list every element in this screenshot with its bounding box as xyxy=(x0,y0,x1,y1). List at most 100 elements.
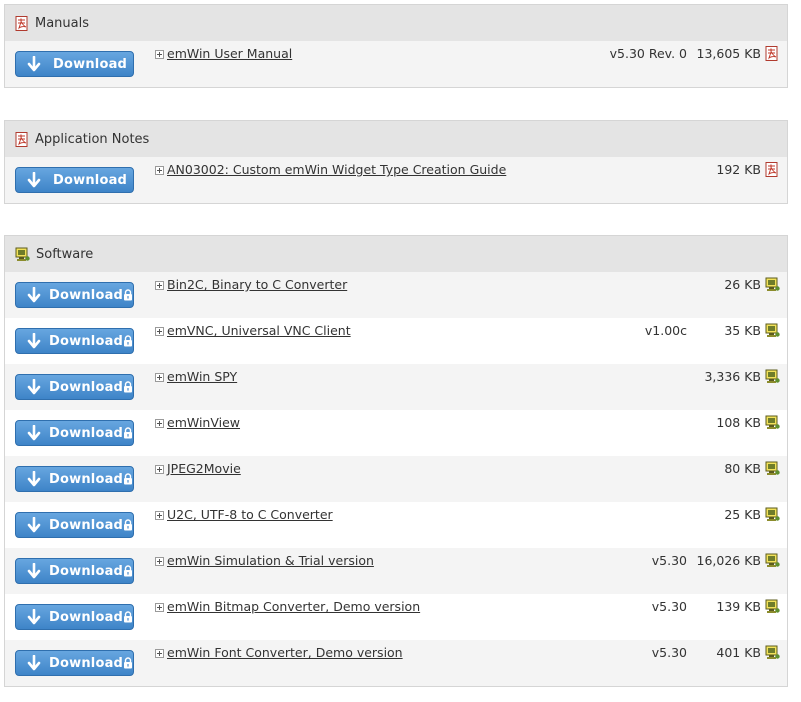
section-software: Software Download Bin2C, Binary to C Conve… xyxy=(4,235,788,687)
software-icon xyxy=(15,247,30,262)
download-row: Download JPEG2Movie 80 KB xyxy=(5,456,787,502)
software-icon[interactable] xyxy=(765,461,780,476)
lock-icon xyxy=(123,335,133,347)
expand-icon[interactable] xyxy=(155,649,164,658)
pdf-icon[interactable] xyxy=(765,46,779,61)
software-icon[interactable] xyxy=(765,369,780,384)
file-link[interactable]: Bin2C, Binary to C Converter xyxy=(167,277,347,292)
download-row: Download emVNC, Universal VNC Client v1.00… xyxy=(5,318,787,364)
download-button[interactable]: Download xyxy=(15,604,134,630)
download-arrow-icon xyxy=(27,171,41,188)
lock-icon xyxy=(123,565,133,577)
download-button-label: Download xyxy=(49,655,124,671)
download-row: Download Bin2C, Binary to C Converter 26 K… xyxy=(5,272,787,318)
downloads-page: Manuals Download emWin User Manual v5.30 Re… xyxy=(0,0,801,702)
pdf-icon xyxy=(15,15,29,31)
file-size: 139 KB xyxy=(716,599,761,614)
software-icon[interactable] xyxy=(765,277,780,292)
software-icon[interactable] xyxy=(765,507,780,522)
file-link[interactable]: emWin SPY xyxy=(167,369,237,384)
file-size: 401 KB xyxy=(716,645,761,660)
download-row: Download AN03002: Custom emWin Widget Typ… xyxy=(5,157,787,203)
download-arrow-icon xyxy=(27,332,41,349)
download-row: Download emWin Simulation & Trial version… xyxy=(5,548,787,594)
section-header: Software xyxy=(5,236,787,272)
download-arrow-icon xyxy=(27,55,41,72)
download-button[interactable]: Download xyxy=(15,328,134,354)
file-link[interactable]: emWin User Manual xyxy=(167,46,292,61)
file-version: v5.30 xyxy=(651,553,687,568)
download-button-label: Download xyxy=(49,425,124,441)
expand-icon[interactable] xyxy=(155,465,164,474)
file-link[interactable]: emWin Font Converter, Demo version xyxy=(167,645,403,660)
download-row: Download emWin SPY 3,336 KB xyxy=(5,364,787,410)
section-manuals: Manuals Download emWin User Manual v5.30 Re… xyxy=(4,4,788,88)
file-size: 26 KB xyxy=(724,277,761,292)
expand-icon[interactable] xyxy=(155,166,164,175)
download-button[interactable]: Download xyxy=(15,167,134,193)
expand-icon[interactable] xyxy=(155,419,164,428)
download-arrow-icon xyxy=(27,516,41,533)
section-title: Software xyxy=(36,246,94,262)
expand-icon[interactable] xyxy=(155,50,164,59)
file-size: 108 KB xyxy=(716,415,761,430)
software-icon[interactable] xyxy=(765,323,780,338)
section-header: Application Notes xyxy=(5,121,787,157)
file-link[interactable]: U2C, UTF-8 to C Converter xyxy=(167,507,333,522)
file-link[interactable]: emVNC, Universal VNC Client xyxy=(167,323,351,338)
expand-icon[interactable] xyxy=(155,281,164,290)
download-button[interactable]: Download xyxy=(15,466,134,492)
expand-icon[interactable] xyxy=(155,327,164,336)
lock-icon xyxy=(123,519,133,531)
download-button[interactable]: Download xyxy=(15,558,134,584)
software-icon[interactable] xyxy=(765,599,780,614)
pdf-icon xyxy=(15,131,29,147)
file-size: 192 KB xyxy=(716,162,761,177)
download-row: Download emWin Font Converter, Demo versi… xyxy=(5,640,787,686)
file-size: 16,026 KB xyxy=(696,553,761,568)
download-arrow-icon xyxy=(27,424,41,441)
download-button-label: Download xyxy=(49,333,124,349)
download-arrow-icon xyxy=(27,470,41,487)
file-size: 35 KB xyxy=(724,323,761,338)
download-arrow-icon xyxy=(27,654,41,671)
download-arrow-icon xyxy=(27,378,41,395)
section-title: Application Notes xyxy=(35,131,150,147)
software-icon[interactable] xyxy=(765,415,780,430)
download-row: Download U2C, UTF-8 to C Converter 25 KB xyxy=(5,502,787,548)
file-link[interactable]: JPEG2Movie xyxy=(167,461,241,476)
expand-icon[interactable] xyxy=(155,511,164,520)
lock-icon xyxy=(123,427,133,439)
download-arrow-icon xyxy=(27,562,41,579)
file-size: 25 KB xyxy=(724,507,761,522)
download-button[interactable]: Download xyxy=(15,512,134,538)
download-row: Download emWin User Manual v5.30 Rev. 0 13,… xyxy=(5,41,787,87)
lock-icon xyxy=(123,381,133,393)
download-button[interactable]: Download xyxy=(15,374,134,400)
lock-icon xyxy=(123,611,133,623)
file-version: v5.30 Rev. 0 xyxy=(609,46,687,61)
file-link[interactable]: emWin Bitmap Converter, Demo version xyxy=(167,599,420,614)
download-button[interactable]: Download xyxy=(15,282,134,308)
download-arrow-icon xyxy=(27,608,41,625)
download-button-label: Download xyxy=(49,517,124,533)
expand-icon[interactable] xyxy=(155,373,164,382)
download-button-label: Download xyxy=(49,287,124,303)
download-button[interactable]: Download xyxy=(15,650,134,676)
software-icon[interactable] xyxy=(765,645,780,660)
file-size: 3,336 KB xyxy=(704,369,761,384)
file-link[interactable]: emWin Simulation & Trial version xyxy=(167,553,374,568)
lock-icon xyxy=(123,289,133,301)
file-link[interactable]: emWinView xyxy=(167,415,240,430)
download-button[interactable]: Download xyxy=(15,420,134,446)
download-button-label: Download xyxy=(53,172,128,188)
software-icon[interactable] xyxy=(765,553,780,568)
file-version: v5.30 xyxy=(651,645,687,660)
download-arrow-icon xyxy=(27,286,41,303)
download-button[interactable]: Download xyxy=(15,51,134,77)
expand-icon[interactable] xyxy=(155,603,164,612)
expand-icon[interactable] xyxy=(155,557,164,566)
file-size: 13,605 KB xyxy=(696,46,761,61)
pdf-icon[interactable] xyxy=(765,162,779,177)
file-link[interactable]: AN03002: Custom emWin Widget Type Creati… xyxy=(167,162,506,177)
